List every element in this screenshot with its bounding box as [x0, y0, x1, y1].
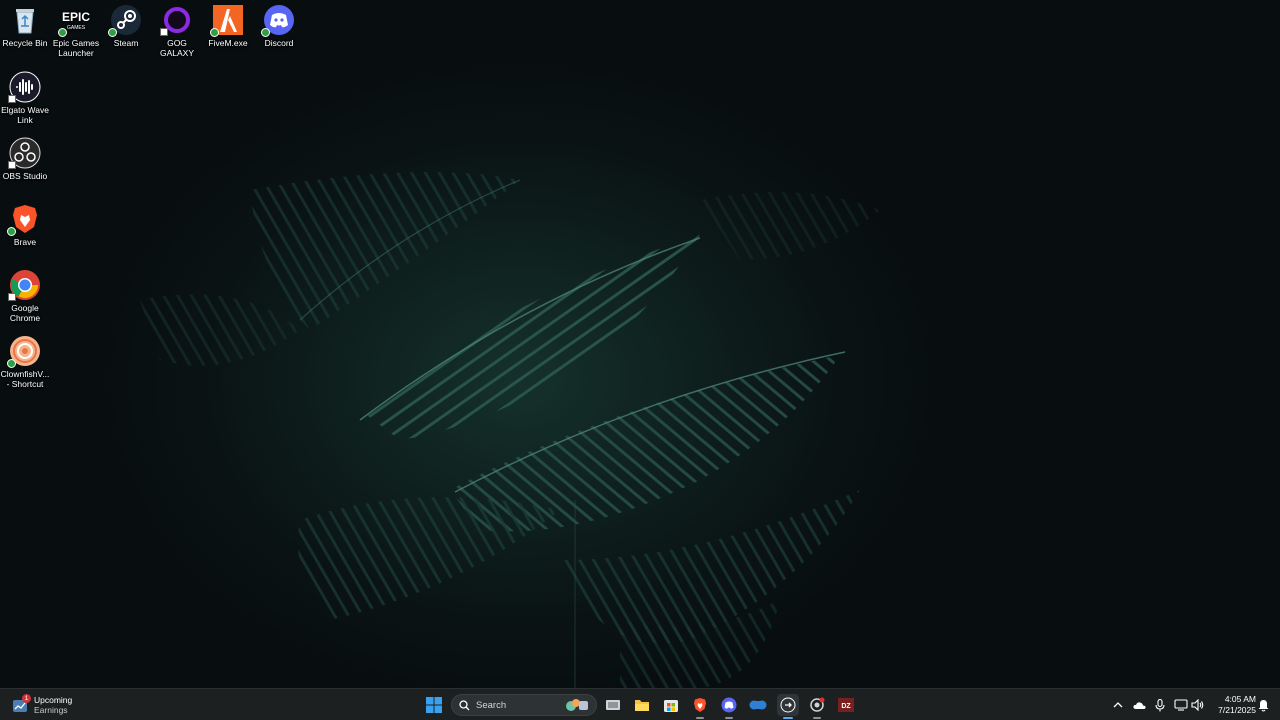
- desktop-icon-recycle-bin[interactable]: Recycle Bin: [0, 0, 51, 48]
- sync-status-icon: [7, 227, 16, 236]
- volume-button[interactable]: [1188, 695, 1206, 715]
- sync-status-icon: [7, 359, 16, 368]
- sync-status-icon: [261, 28, 270, 37]
- search-input[interactable]: [476, 699, 546, 711]
- desktop-icon-obs-studio[interactable]: OBS Studio: [0, 133, 51, 181]
- onedrive-button[interactable]: [1130, 695, 1148, 715]
- shortcut-arrow-icon: [160, 28, 168, 36]
- task-view-icon: [606, 700, 620, 710]
- taskbar-search-box[interactable]: [451, 694, 597, 716]
- desktop-icon-label: OBS Studio: [2, 171, 48, 181]
- notification-badge: 1: [22, 694, 31, 703]
- brave-icon: [694, 698, 706, 712]
- desktop-icon-label: Elgato Wave Link: [1, 105, 49, 125]
- running-indicator: [813, 717, 821, 719]
- discord-icon: [721, 697, 737, 713]
- shortcut-arrow-icon: [8, 293, 16, 301]
- taskbar-wave-link-button[interactable]: [777, 694, 799, 719]
- desktop-wallpaper: [0, 0, 1280, 688]
- file-explorer-icon: [635, 700, 649, 711]
- sync-status-icon: [108, 28, 117, 37]
- show-hidden-icons-button[interactable]: [1109, 695, 1127, 715]
- clock[interactable]: 4:05 AM 7/21/2025: [1206, 694, 1256, 716]
- desktop-icon-label: Google Chrome: [9, 303, 41, 323]
- start-button[interactable]: [423, 694, 445, 716]
- microsoft-store-icon: [664, 700, 678, 712]
- chevron-up-icon: [1113, 702, 1123, 708]
- shortcut-arrow-icon: [8, 95, 16, 103]
- desktop-icon-discord[interactable]: Discord: [253, 0, 305, 48]
- taskbar: 1 Upcoming Earnings Search DZ 4:05 AM 7/…: [0, 688, 1280, 720]
- taskbar-steelseries-button[interactable]: [806, 694, 828, 719]
- fern-wallpaper: [140, 172, 880, 688]
- widgets-button[interactable]: 1 Upcoming Earnings: [12, 693, 72, 717]
- svg-text:DZ: DZ: [841, 703, 851, 710]
- desktop-icon-fivem[interactable]: FiveM.exe: [202, 0, 254, 48]
- running-indicator: [696, 717, 704, 719]
- shortcut-arrow-icon: [8, 161, 16, 169]
- search-icon: [459, 699, 470, 710]
- file-explorer-button[interactable]: [631, 694, 653, 716]
- microphone-button[interactable]: [1151, 695, 1169, 715]
- network-icon: [1174, 699, 1188, 711]
- onedrive-icon: [1132, 701, 1146, 709]
- svg-text:GAMES: GAMES: [67, 25, 86, 31]
- widget-subtitle: Earnings: [34, 705, 68, 715]
- desktop-icon-epic-games[interactable]: EPIC GAMES Epic Games Launcher: [50, 0, 102, 58]
- elgato-stream-deck-icon: [749, 700, 767, 710]
- svg-text:EPIC: EPIC: [62, 10, 90, 24]
- desktop-icon-label: Brave: [13, 237, 37, 247]
- notification-icon: [1258, 699, 1268, 712]
- recycle-bin-icon: [16, 9, 34, 34]
- wave-link-icon: [780, 697, 796, 713]
- start-icon: [426, 697, 442, 713]
- widget-title: Upcoming: [34, 695, 73, 705]
- microphone-icon: [1155, 698, 1165, 711]
- desktop-icon-label: Steam: [113, 38, 139, 48]
- desktop-icon-brave[interactable]: Brave: [0, 199, 51, 247]
- desktop-icon-gog-galaxy[interactable]: GOG GALAXY: [151, 0, 203, 58]
- dayz-icon: DZ: [838, 698, 854, 712]
- desktop-icon-google-chrome[interactable]: Google Chrome: [0, 265, 51, 323]
- desktop-icon-elgato-wave-link[interactable]: Elgato Wave Link: [0, 67, 51, 125]
- search-highlight-icon: [566, 699, 588, 711]
- running-indicator-active: [783, 717, 793, 719]
- desktop-icon-label: GOG GALAXY: [159, 38, 195, 58]
- desktop-icon-label: FiveM.exe: [208, 38, 248, 48]
- task-view-button[interactable]: [602, 694, 624, 716]
- desktop-icon-label: Discord: [264, 38, 294, 48]
- sync-status-icon: [58, 28, 67, 37]
- taskbar-dayz-button[interactable]: DZ: [835, 694, 857, 716]
- clock-time: 4:05 AM: [1224, 694, 1256, 704]
- taskbar-brave-button[interactable]: [689, 694, 711, 719]
- notification-center-button[interactable]: [1254, 695, 1272, 715]
- sync-status-icon: [210, 28, 219, 37]
- taskbar-discord-button[interactable]: [718, 694, 740, 719]
- volume-icon: [1190, 699, 1203, 711]
- microsoft-store-button[interactable]: [660, 694, 682, 716]
- running-indicator: [725, 717, 733, 719]
- desktop-icon-label: ClownfishV... - Shortcut: [0, 369, 50, 389]
- clock-date: 7/21/2025: [1218, 705, 1256, 715]
- desktop-icon-label: Recycle Bin: [2, 38, 48, 48]
- desktop-icon-steam[interactable]: Steam: [100, 0, 152, 48]
- desktop-icon-clownfish[interactable]: ClownfishV... - Shortcut: [0, 331, 51, 389]
- desktop-icon-label: Epic Games Launcher: [52, 38, 100, 58]
- steelseries-icon: [810, 697, 825, 712]
- taskbar-stream-deck-button[interactable]: [747, 694, 769, 716]
